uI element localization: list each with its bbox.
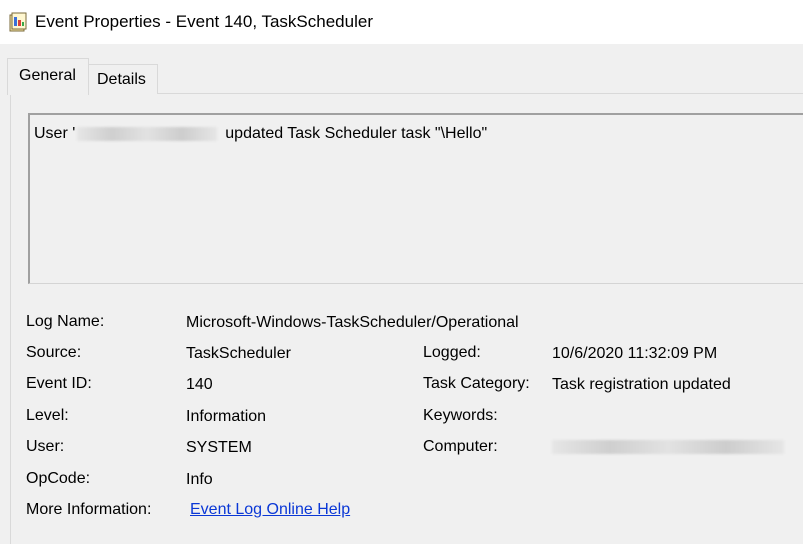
description-prefix: User ' <box>34 125 76 142</box>
event-id-label: Event ID: <box>26 375 92 392</box>
window-title: Event Properties - Event 140, TaskSchedu… <box>35 12 373 31</box>
logged-label: Logged: <box>423 344 481 361</box>
source-label: Source: <box>26 344 82 361</box>
source-value[interactable]: TaskScheduler <box>186 343 291 365</box>
task-category-label: Task Category: <box>423 375 530 392</box>
tab-general[interactable]: General <box>7 58 89 95</box>
event-viewer-icon <box>9 12 27 32</box>
level-value[interactable]: Information <box>186 406 266 428</box>
event-id-value[interactable]: 140 <box>186 374 213 396</box>
task-category-value[interactable]: Task registration updated <box>552 374 731 396</box>
user-label: User: <box>26 438 65 455</box>
event-log-online-help-link[interactable]: Event Log Online Help <box>190 499 350 521</box>
more-information-label: More Information: <box>26 501 152 518</box>
log-name-value[interactable]: Microsoft-Windows-TaskScheduler/Operatio… <box>186 312 519 334</box>
description-suffix: updated Task Scheduler task "\Hello" <box>225 125 488 142</box>
title-bar: Event Properties - Event 140, TaskSchedu… <box>0 0 803 44</box>
opcode-label: OpCode: <box>26 470 91 487</box>
opcode-value[interactable]: Info <box>186 469 213 491</box>
keywords-label: Keywords: <box>423 407 498 424</box>
user-value[interactable]: SYSTEM <box>186 437 252 459</box>
event-description-box[interactable]: User ' updated Task Scheduler task "\Hell… <box>28 113 803 284</box>
logged-value[interactable]: 10/6/2020 11:32:09 PM <box>552 343 717 365</box>
redacted-computer-name[interactable] <box>552 440 784 454</box>
log-name-label: Log Name: <box>26 313 105 330</box>
level-label: Level: <box>26 407 69 424</box>
tab-details[interactable]: Details <box>88 64 158 94</box>
redacted-username <box>77 126 218 141</box>
computer-label: Computer: <box>423 438 498 455</box>
